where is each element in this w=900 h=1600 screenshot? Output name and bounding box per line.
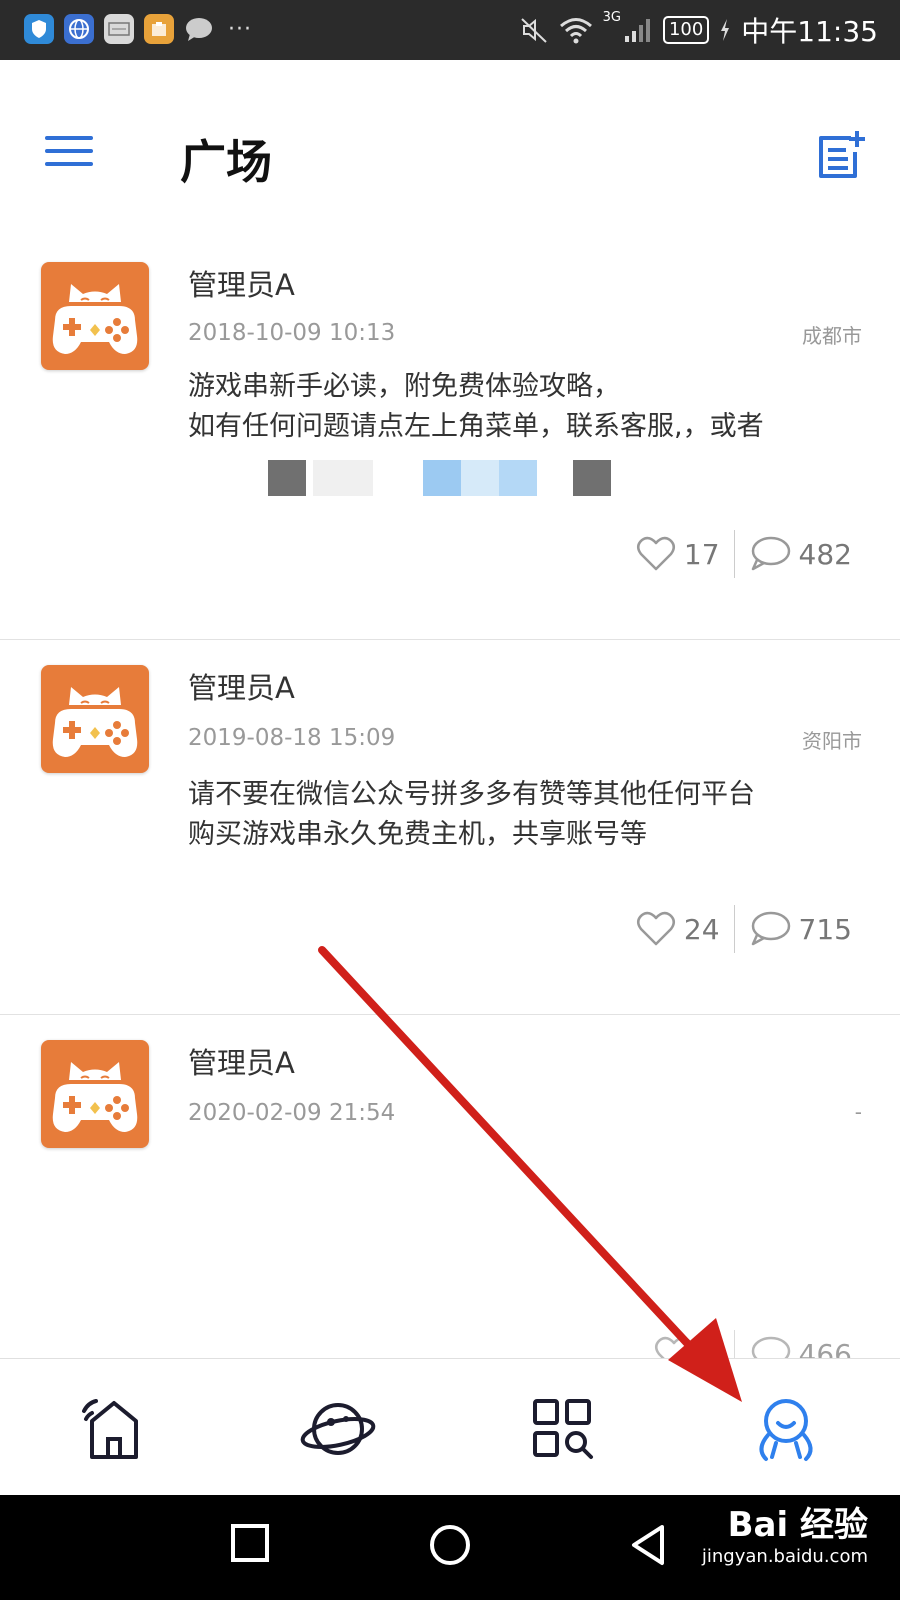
clock: 中午11:35 [741, 15, 878, 48]
status-bar: ··· 3G 100 中午11:35 [0, 0, 900, 60]
heart-icon [636, 536, 675, 571]
more-notifications-icon: ··· [228, 16, 252, 42]
post-content-line: 如有任何问题请点左上角菜单，联系客服,，或者 [188, 411, 764, 442]
mute-icon [520, 18, 547, 43]
post-location: 成都市 [802, 324, 862, 348]
network-type: 3G [602, 10, 621, 25]
post-location: - [854, 1100, 862, 1124]
post-actions: 24 715 [636, 905, 852, 953]
hamburger-menu-icon[interactable] [45, 136, 93, 172]
baidu-watermark: Bai 经验 jingyan.baidu.com [702, 1505, 868, 1569]
compose-post-icon[interactable] [815, 130, 865, 180]
post-card[interactable]: 管理员A 2019-08-18 15:09 资阳市 请不要在微信公众号拼多多有赞… [0, 640, 900, 1015]
like-button[interactable]: 24 [636, 911, 720, 947]
post-location: 资阳市 [802, 729, 862, 753]
charging-icon [721, 19, 730, 41]
like-count: 17 [683, 537, 720, 571]
post-timestamp: 2018-10-09 10:13 [188, 320, 396, 346]
comment-button[interactable]: 715 [749, 911, 852, 947]
comment-icon [751, 911, 790, 946]
watermark-url: jingyan.baidu.com [701, 1546, 868, 1567]
comment-button[interactable]: 466 [749, 1336, 852, 1358]
app-header: 广场 [0, 60, 900, 250]
watermark-main: Bai 经验 [727, 1505, 868, 1545]
system-nav-bar: Bai 经验 jingyan.baidu.com [0, 1495, 900, 1600]
obscured-text [188, 460, 668, 496]
shield-icon [24, 14, 54, 44]
post-author[interactable]: 管理员A [188, 665, 295, 707]
game-cat-logo-icon [52, 1062, 138, 1132]
planet-icon[interactable] [298, 1389, 378, 1469]
comment-count: 466 [798, 1337, 852, 1359]
post-author[interactable]: 管理员A [188, 1040, 295, 1082]
post-content[interactable]: 请不要在微信公众号拼多多有赞等其他任何平台 购买游戏串永久免费主机，共享账号等 [188, 775, 868, 855]
game-cat-logo-icon [52, 284, 138, 354]
post-author[interactable]: 管理员A [188, 262, 295, 304]
post-card[interactable]: 管理员A 2020-02-09 21:54 - 5 466 [0, 1015, 900, 1358]
globe-icon [64, 14, 94, 44]
bottom-tab-bar [0, 1358, 900, 1495]
avatar[interactable] [41, 665, 149, 773]
notification-icons: ··· [24, 14, 252, 44]
battery-indicator: 100 [662, 16, 710, 44]
post-content-line: 请不要在微信公众号拼多多有赞等其他任何平台 [188, 779, 755, 810]
post-content-line: 购买游戏串永久免费主机，共享账号等 [188, 819, 647, 850]
home-icon[interactable] [74, 1389, 154, 1469]
post-actions: 5 466 [654, 1330, 852, 1358]
post-content[interactable]: 游戏串新手必读，附免费体验攻略， 如有任何问题请点左上角菜单，联系客服,，或者 [188, 367, 868, 447]
post-card[interactable]: 管理员A 2018-10-09 10:13 成都市 游戏串新手必读，附免费体验攻… [0, 250, 900, 640]
divider [733, 530, 735, 578]
avatar[interactable] [41, 1040, 149, 1148]
post-feed[interactable]: 管理员A 2018-10-09 10:13 成都市 游戏串新手必读，附免费体验攻… [0, 250, 900, 1358]
divider [733, 1330, 735, 1358]
post-content-line: 游戏串新手必读，附免费体验攻略， [188, 371, 620, 402]
post-timestamp: 2019-08-18 15:09 [188, 725, 396, 751]
comment-button[interactable]: 482 [749, 536, 852, 572]
like-button[interactable]: 17 [636, 536, 720, 572]
signal-icon [624, 19, 650, 42]
system-status: 3G 100 中午11:35 [519, 10, 878, 50]
back-button[interactable] [628, 1523, 668, 1567]
comment-icon [751, 536, 790, 571]
home-button[interactable] [428, 1523, 472, 1567]
huawei-icon [104, 14, 134, 44]
like-count: 5 [701, 1337, 720, 1359]
box-icon [144, 14, 174, 44]
post-actions: 17 482 [636, 530, 852, 578]
heart-icon [654, 1336, 693, 1358]
like-button[interactable]: 5 [654, 1336, 720, 1358]
divider [733, 905, 735, 953]
recent-apps-button[interactable] [230, 1523, 270, 1563]
chat-bubble-icon [184, 14, 214, 44]
comment-count: 482 [798, 537, 852, 571]
profile-icon[interactable] [746, 1389, 826, 1469]
comment-count: 715 [798, 912, 852, 946]
comment-icon [751, 1336, 790, 1358]
post-timestamp: 2020-02-09 21:54 [188, 1100, 396, 1126]
page-title: 广场 [180, 135, 272, 189]
heart-icon [636, 911, 675, 946]
avatar[interactable] [41, 262, 149, 370]
wifi-icon [559, 18, 592, 44]
like-count: 24 [683, 912, 720, 946]
game-cat-logo-icon [52, 687, 138, 757]
grid-search-icon[interactable] [523, 1389, 603, 1469]
